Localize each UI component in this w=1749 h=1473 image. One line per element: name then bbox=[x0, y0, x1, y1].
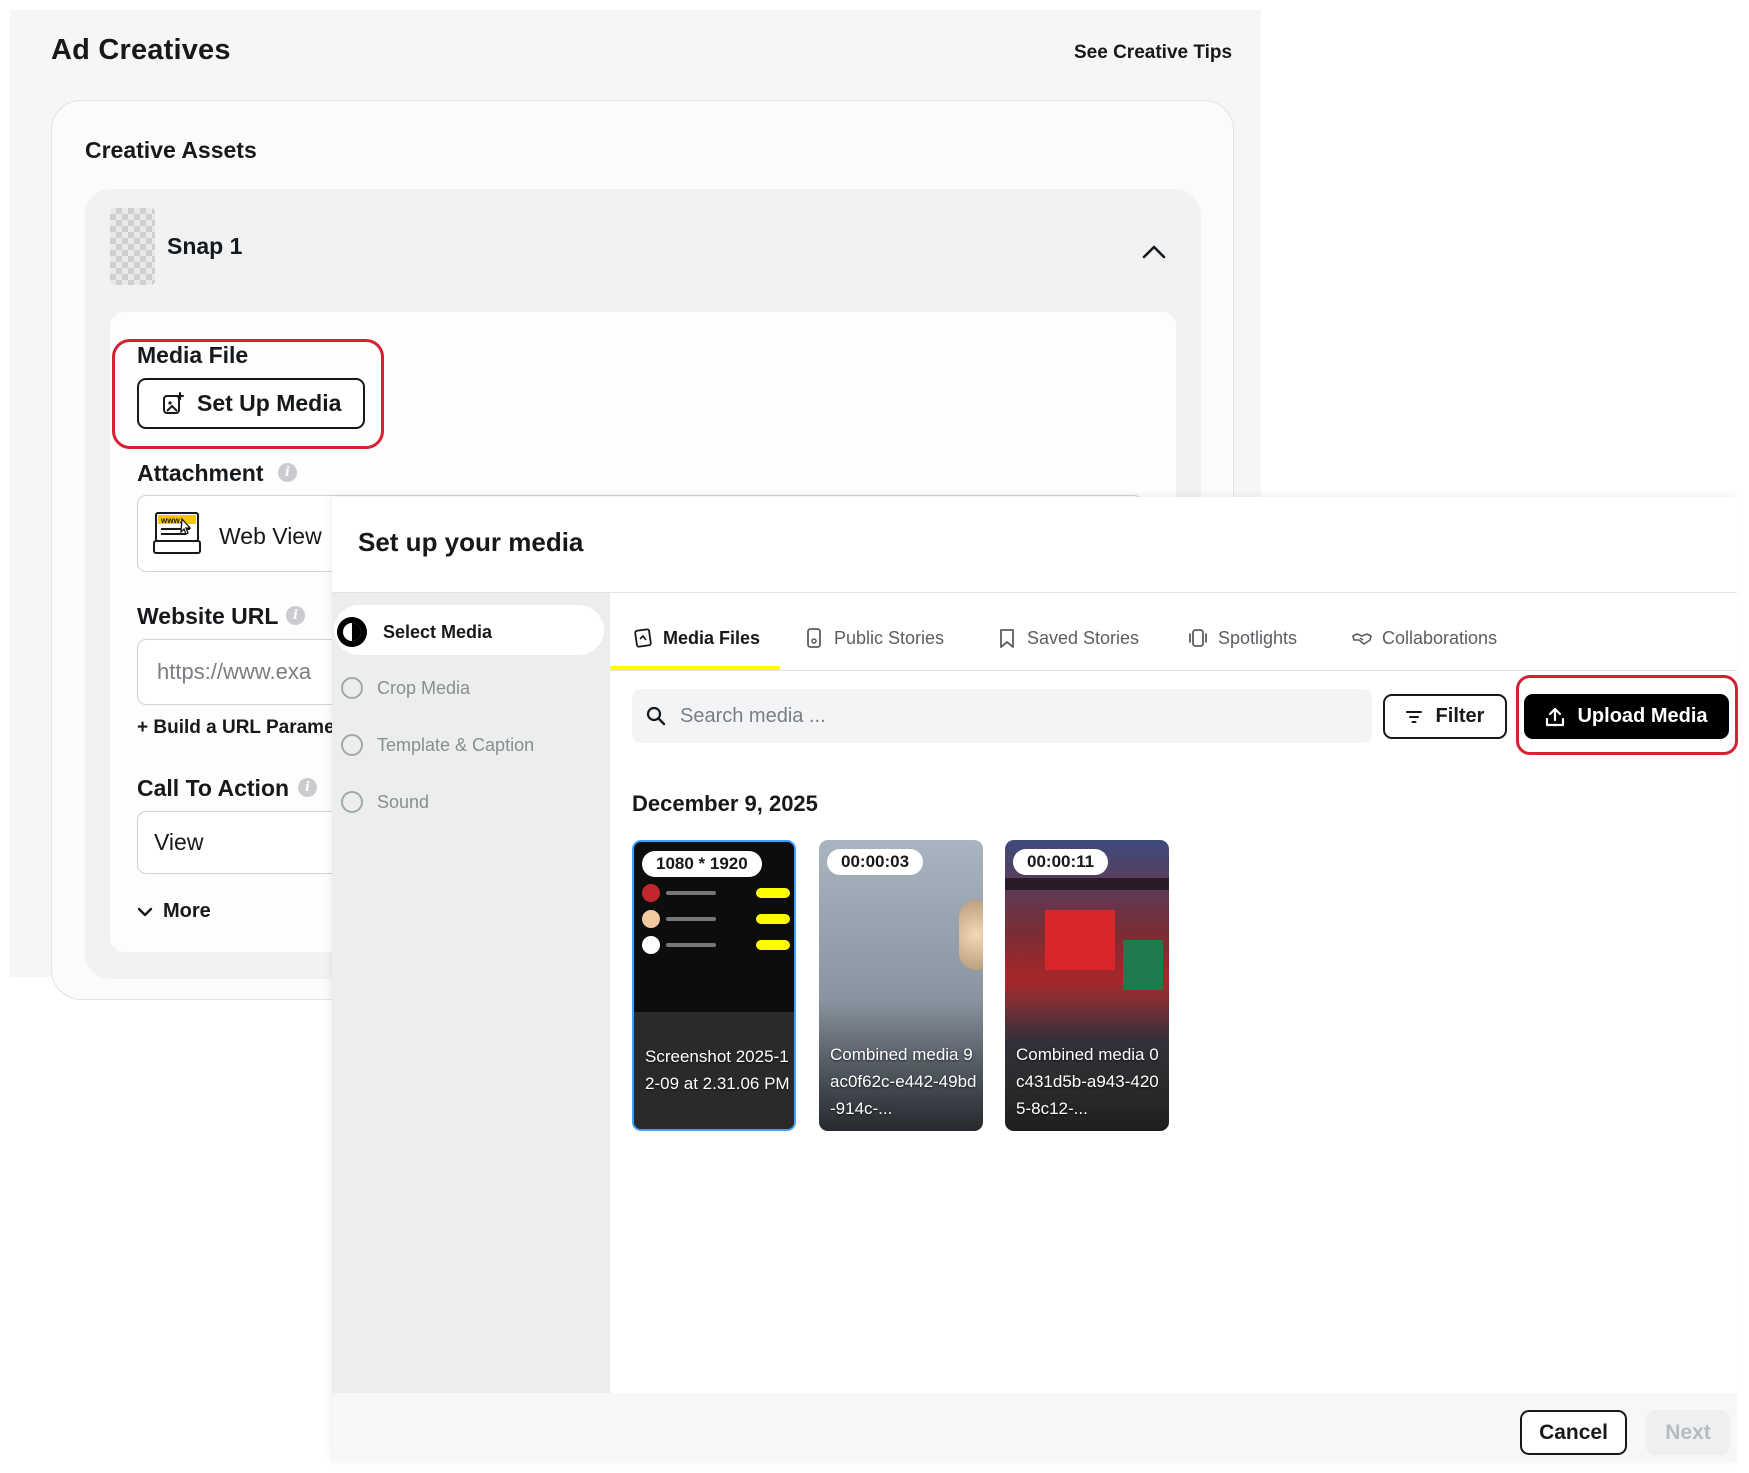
svg-text:www.: www. bbox=[160, 516, 182, 525]
active-tab-indicator bbox=[610, 666, 780, 670]
tab-label: Media Files bbox=[663, 627, 761, 648]
list-item-preview bbox=[642, 908, 790, 930]
highlight-box-upload-media bbox=[1516, 675, 1738, 755]
step-label: Crop Media bbox=[377, 677, 471, 698]
media-files-icon bbox=[632, 627, 654, 649]
attachment-label: Attachment bbox=[137, 460, 264, 486]
search-box bbox=[632, 689, 1372, 743]
snap-thumbnail bbox=[110, 208, 155, 285]
build-url-parameter-link[interactable]: + Build a URL Parame bbox=[137, 717, 335, 739]
call-to-action-value: View bbox=[154, 829, 204, 855]
media-name: Screenshot 2025-12-09 at 2.31.06 PM bbox=[645, 1047, 790, 1093]
media-chip: 00:00:03 bbox=[827, 849, 924, 875]
steps-sidebar bbox=[332, 593, 610, 1393]
step-label: Template & Caption bbox=[377, 734, 535, 755]
creative-tips-link[interactable]: See Creative Tips bbox=[1074, 42, 1232, 64]
info-icon[interactable]: i bbox=[286, 606, 305, 625]
search-input[interactable] bbox=[680, 704, 1330, 728]
media-chip: 00:00:11 bbox=[1013, 849, 1109, 875]
next-button[interactable]: Next bbox=[1646, 1410, 1730, 1455]
media-card[interactable]: 00:00:03 Combined media 9ac0f62c-e442-49… bbox=[819, 840, 983, 1131]
step-circle-icon bbox=[341, 734, 363, 756]
info-icon[interactable]: i bbox=[298, 778, 317, 797]
search-icon bbox=[646, 706, 666, 726]
step-select-media[interactable]: Select Media bbox=[335, 615, 492, 649]
media-name: Combined media 0c431d5b-a943-4205-8c12-.… bbox=[1016, 1045, 1159, 1118]
tab-spotlights[interactable]: Spotlights bbox=[1187, 627, 1297, 649]
website-url-label: Website URL bbox=[137, 603, 279, 629]
tab-saved-stories[interactable]: Saved Stories bbox=[996, 627, 1139, 649]
chevron-down-icon bbox=[137, 906, 153, 918]
tab-collaborations[interactable]: Collaborations bbox=[1351, 627, 1497, 649]
more-label: More bbox=[163, 900, 211, 922]
tab-label: Saved Stories bbox=[1027, 627, 1140, 648]
filter-button[interactable]: Filter bbox=[1383, 694, 1507, 739]
step-label: Sound bbox=[377, 791, 430, 812]
phone-icon bbox=[803, 627, 825, 649]
tabs-divider bbox=[610, 670, 1737, 671]
call-to-action-label: Call To Action bbox=[137, 775, 290, 801]
spotlight-icon bbox=[1187, 627, 1209, 649]
web-view-icon: www. bbox=[152, 511, 204, 555]
date-heading: December 9, 2025 bbox=[632, 791, 818, 816]
half-circle-icon bbox=[335, 615, 369, 649]
tab-media-files[interactable]: Media Files bbox=[632, 627, 760, 649]
page-title: Ad Creatives bbox=[51, 34, 231, 66]
attachment-value: Web View bbox=[219, 523, 322, 549]
info-icon[interactable]: i bbox=[278, 463, 297, 482]
filter-label: Filter bbox=[1435, 705, 1485, 727]
caption-strip bbox=[1005, 878, 1169, 890]
step-crop-media[interactable]: Crop Media bbox=[341, 677, 470, 699]
step-circle-icon bbox=[341, 677, 363, 699]
step-label: Select Media bbox=[383, 621, 493, 642]
tab-public-stories[interactable]: Public Stories bbox=[803, 627, 944, 649]
step-sound[interactable]: Sound bbox=[341, 791, 429, 813]
tab-label: Collaborations bbox=[1382, 627, 1498, 648]
modal-title: Set up your media bbox=[358, 527, 584, 557]
tab-label: Spotlights bbox=[1218, 627, 1298, 648]
chevron-up-icon[interactable] bbox=[1141, 240, 1167, 264]
step-circle-icon bbox=[341, 791, 363, 813]
list-item-preview bbox=[642, 934, 790, 956]
cancel-button[interactable]: Cancel bbox=[1520, 1410, 1627, 1455]
tab-label: Public Stories bbox=[834, 627, 945, 648]
handshake-icon bbox=[1351, 627, 1373, 649]
media-card[interactable]: 00:00:11 Combined media 0c431d5b-a943-42… bbox=[1005, 840, 1169, 1131]
media-name: Combined media 9ac0f62c-e442-49bd-914c-.… bbox=[830, 1045, 977, 1118]
creative-assets-title: Creative Assets bbox=[85, 137, 257, 163]
billboard bbox=[1045, 910, 1115, 970]
light-blob bbox=[959, 900, 983, 970]
media-chip: 1080 * 1920 bbox=[642, 851, 762, 877]
filter-icon bbox=[1405, 710, 1422, 724]
highlight-box-media-file bbox=[112, 339, 384, 449]
step-template-caption[interactable]: Template & Caption bbox=[341, 734, 534, 756]
more-toggle[interactable]: More bbox=[137, 900, 211, 923]
media-card[interactable]: 1080 * 1920 Screenshot 2025-12-09 at 2.3… bbox=[632, 840, 796, 1131]
list-item-preview bbox=[642, 882, 790, 904]
bookmark-icon bbox=[996, 627, 1018, 649]
billboard bbox=[1123, 940, 1163, 990]
snap-label: Snap 1 bbox=[167, 233, 243, 259]
